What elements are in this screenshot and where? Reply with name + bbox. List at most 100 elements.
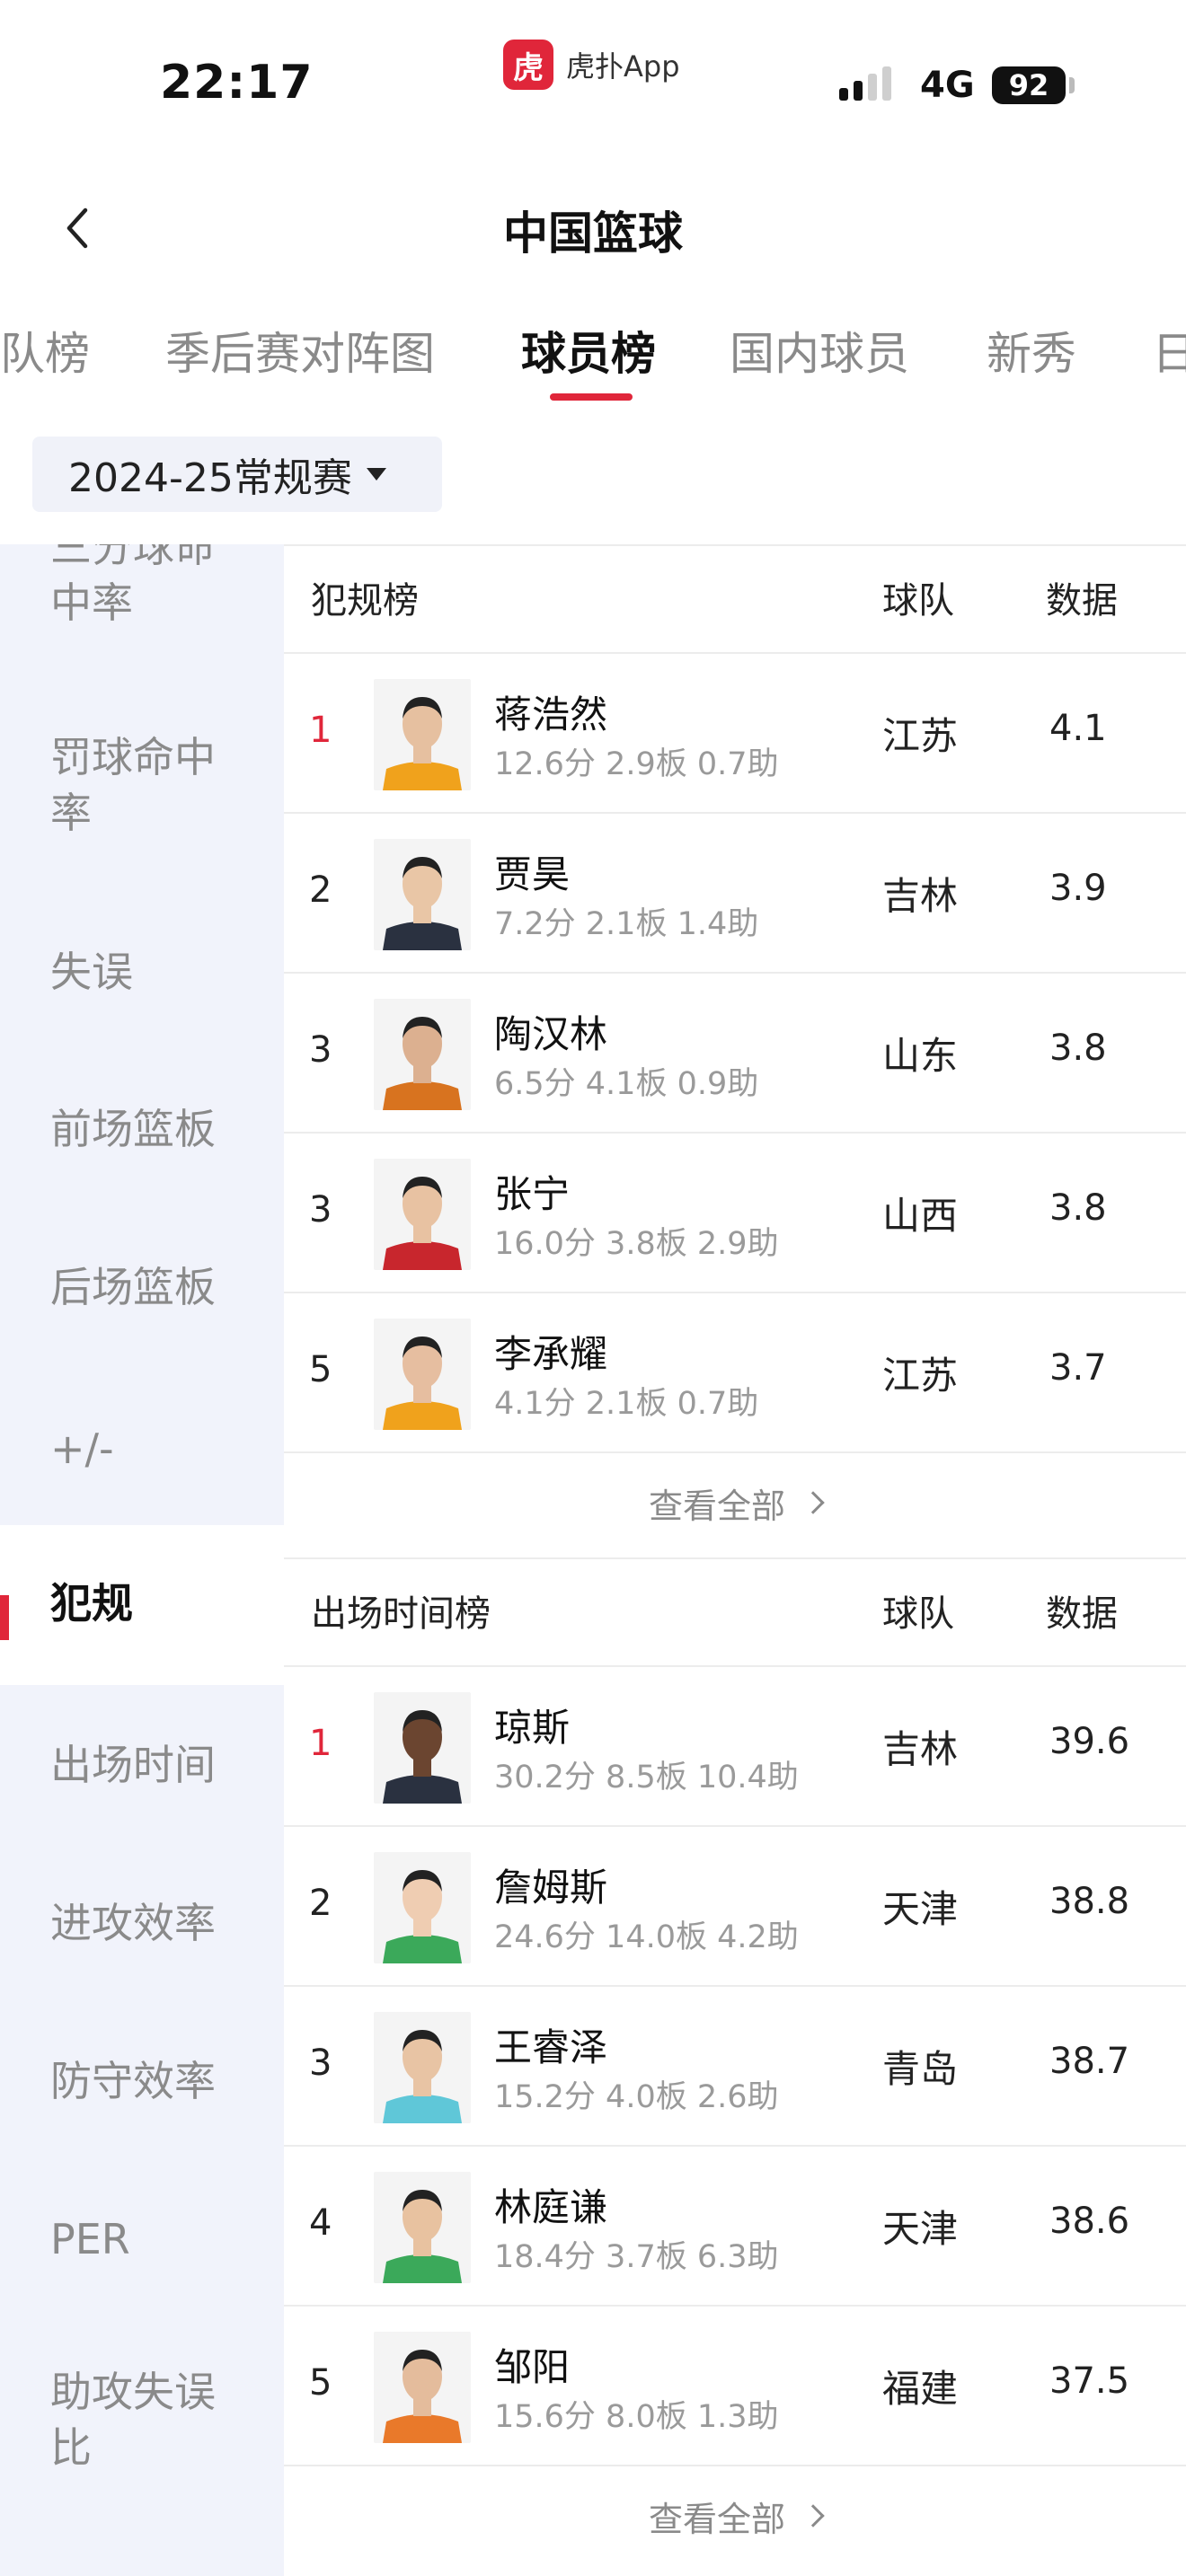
table-row[interactable]: 3 王睿泽 15.2分 4.0板 2.6助 青岛 38.7 xyxy=(284,1987,1186,2147)
player-stats-line: 12.6分 2.9板 0.7助 xyxy=(494,746,779,782)
leaderboard-panel: 犯规榜 球队 数据 1 蒋浩然 12.6分 2.9板 0.7助 江苏 4.1 2 贾昊 7.2分 2… xyxy=(284,544,1186,2576)
player-photo-icon xyxy=(374,2172,471,2283)
category-tabs: 队榜 季后赛对阵图 球员榜 国内球员 新秀 日 xyxy=(0,305,1186,413)
player-name[interactable]: 琼斯 xyxy=(494,1698,570,1752)
stat-category-sidebar: 三分球命中率 罚球命中率 失误 前场篮板 后场篮板 +/- 犯规 出场时间 进攻… xyxy=(0,544,284,2576)
sidebar-item-offensive-rating[interactable]: 进攻效率 xyxy=(0,1895,284,1951)
tab-schedule[interactable]: 日 xyxy=(1152,318,1186,383)
source-app-tag[interactable]: 虎 虎扑App xyxy=(503,40,680,90)
player-name[interactable]: 邹阳 xyxy=(494,2337,570,2392)
sidebar-item-defensive-rebounds[interactable]: 后场篮板 xyxy=(0,1259,284,1315)
tab-player-ranking[interactable]: 球员榜 xyxy=(521,318,656,383)
player-stats-line: 7.2分 2.1板 1.4助 xyxy=(494,906,759,942)
player-name[interactable]: 贾昊 xyxy=(494,844,570,899)
sidebar-item-assist-turnover-ratio[interactable]: 助攻失误比 xyxy=(0,2364,284,2475)
rank-number: 5 xyxy=(309,1349,332,1390)
table-row[interactable]: 2 贾昊 7.2分 2.1板 1.4助 吉林 3.9 xyxy=(284,814,1186,974)
table-row[interactable]: 3 张宁 16.0分 3.8板 2.9助 山西 3.8 xyxy=(284,1134,1186,1293)
stat-value: 4.1 xyxy=(1049,708,1107,749)
table-row[interactable]: 2 詹姆斯 24.6分 14.0板 4.2助 天津 38.8 xyxy=(284,1827,1186,1987)
rank-number: 3 xyxy=(309,2042,332,2084)
column-header-team: 球队 xyxy=(882,580,954,622)
view-all-label: 查看全部 xyxy=(648,1486,785,1526)
sidebar-item-offensive-rebounds[interactable]: 前场篮板 xyxy=(0,1101,284,1157)
table-row[interactable]: 5 邹阳 15.6分 8.0板 1.3助 福建 37.5 xyxy=(284,2307,1186,2466)
player-team: 福建 xyxy=(882,2367,959,2411)
rank-number: 2 xyxy=(309,869,332,911)
player-team: 江苏 xyxy=(882,1354,959,1398)
player-avatar xyxy=(374,1852,471,1963)
table-row[interactable]: 4 林庭谦 18.4分 3.7板 6.3助 天津 38.6 xyxy=(284,2147,1186,2307)
player-avatar xyxy=(374,999,471,1110)
player-name[interactable]: 詹姆斯 xyxy=(494,1857,607,1912)
sidebar-item-free-throw-pct[interactable]: 罚球命中率 xyxy=(0,729,284,841)
player-name[interactable]: 蒋浩然 xyxy=(494,684,607,739)
battery-level: 92 xyxy=(1008,68,1049,102)
rank-number: 1 xyxy=(309,1723,332,1764)
tab-team-ranking[interactable]: 队榜 xyxy=(0,318,90,383)
table-row[interactable]: 1 琼斯 30.2分 8.5板 10.4助 吉林 39.6 xyxy=(284,1667,1186,1827)
player-avatar xyxy=(374,1319,471,1430)
tab-rookies[interactable]: 新秀 xyxy=(987,318,1076,383)
player-stats-line: 18.4分 3.7板 6.3助 xyxy=(494,2239,779,2275)
view-all-button[interactable]: 查看全部 xyxy=(284,1453,1186,1552)
player-name[interactable]: 张宁 xyxy=(494,1164,570,1219)
player-avatar xyxy=(374,679,471,790)
player-name[interactable]: 李承耀 xyxy=(494,1324,607,1379)
sidebar-item-defensive-rating[interactable]: 防守效率 xyxy=(0,2053,284,2109)
player-stats-line: 6.5分 4.1板 0.9助 xyxy=(494,1066,759,1102)
stat-value: 3.8 xyxy=(1049,1187,1107,1229)
caret-down-icon xyxy=(366,468,386,481)
player-avatar xyxy=(374,839,471,950)
rank-number: 2 xyxy=(309,1883,332,1924)
season-select[interactable]: 2024-25常规赛 xyxy=(32,437,442,512)
section-title: 出场时间榜 xyxy=(311,1593,491,1635)
player-photo-icon xyxy=(374,999,471,1110)
view-all-button[interactable]: 查看全部 xyxy=(284,2466,1186,2565)
rank-number: 5 xyxy=(309,2362,332,2404)
cellular-signal-icon xyxy=(839,65,891,101)
section-header: 犯规榜 球队 数据 xyxy=(284,546,1186,654)
rank-number: 4 xyxy=(309,2202,332,2244)
player-photo-icon xyxy=(374,2332,471,2443)
player-team: 山东 xyxy=(882,1034,959,1078)
player-team: 吉林 xyxy=(882,874,959,918)
sidebar-item-three-point-pct[interactable]: 三分球命中率 xyxy=(0,544,284,654)
player-name[interactable]: 王睿泽 xyxy=(494,2017,607,2072)
sidebar-item-plus-minus[interactable]: +/- xyxy=(0,1421,284,1477)
table-row[interactable]: 3 陶汉林 6.5分 4.1板 0.9助 山东 3.8 xyxy=(284,974,1186,1134)
column-header-data: 数据 xyxy=(1046,1593,1118,1635)
player-team: 天津 xyxy=(882,1887,959,1931)
player-photo-icon xyxy=(374,1319,471,1430)
rank-number: 3 xyxy=(309,1029,332,1071)
sidebar-item-minutes[interactable]: 出场时间 xyxy=(0,1737,284,1793)
player-avatar xyxy=(374,2012,471,2123)
clock: 22:17 xyxy=(160,56,314,110)
table-row[interactable]: 1 蒋浩然 12.6分 2.9板 0.7助 江苏 4.1 xyxy=(284,654,1186,814)
player-avatar xyxy=(374,2172,471,2283)
column-header-team: 球队 xyxy=(882,1593,954,1635)
section-title: 犯规榜 xyxy=(311,580,419,622)
source-app-name: 虎扑App xyxy=(566,49,680,84)
status-bar: 22:17 虎 虎扑App 4G 92 xyxy=(0,0,1186,171)
nav-header: 中国篮球 xyxy=(0,171,1186,287)
sidebar-item-per[interactable]: PER xyxy=(0,2211,284,2267)
tab-domestic-players[interactable]: 国内球员 xyxy=(730,318,909,383)
stat-value: 37.5 xyxy=(1049,2360,1130,2402)
app-logo-icon: 虎 xyxy=(503,40,553,90)
stat-value: 38.8 xyxy=(1049,1881,1130,1922)
table-row[interactable]: 5 李承耀 4.1分 2.1板 0.7助 江苏 3.7 xyxy=(284,1293,1186,1453)
player-photo-icon xyxy=(374,1852,471,1963)
player-stats-line: 16.0分 3.8板 2.9助 xyxy=(494,1226,779,1262)
tab-playoff-bracket[interactable]: 季后赛对阵图 xyxy=(165,318,435,383)
sidebar-item-fouls[interactable]: 犯规 xyxy=(0,1525,284,1685)
player-team: 吉林 xyxy=(882,1727,959,1771)
player-photo-icon xyxy=(374,839,471,950)
sidebar-item-turnovers[interactable]: 失误 xyxy=(0,944,284,1000)
rank-number: 3 xyxy=(309,1189,332,1231)
chevron-right-icon xyxy=(801,2504,825,2527)
chevron-right-icon xyxy=(801,1491,825,1514)
player-name[interactable]: 林庭谦 xyxy=(494,2177,607,2232)
player-stats-line: 24.6分 14.0板 4.2助 xyxy=(494,1919,799,1955)
player-name[interactable]: 陶汉林 xyxy=(494,1004,607,1059)
